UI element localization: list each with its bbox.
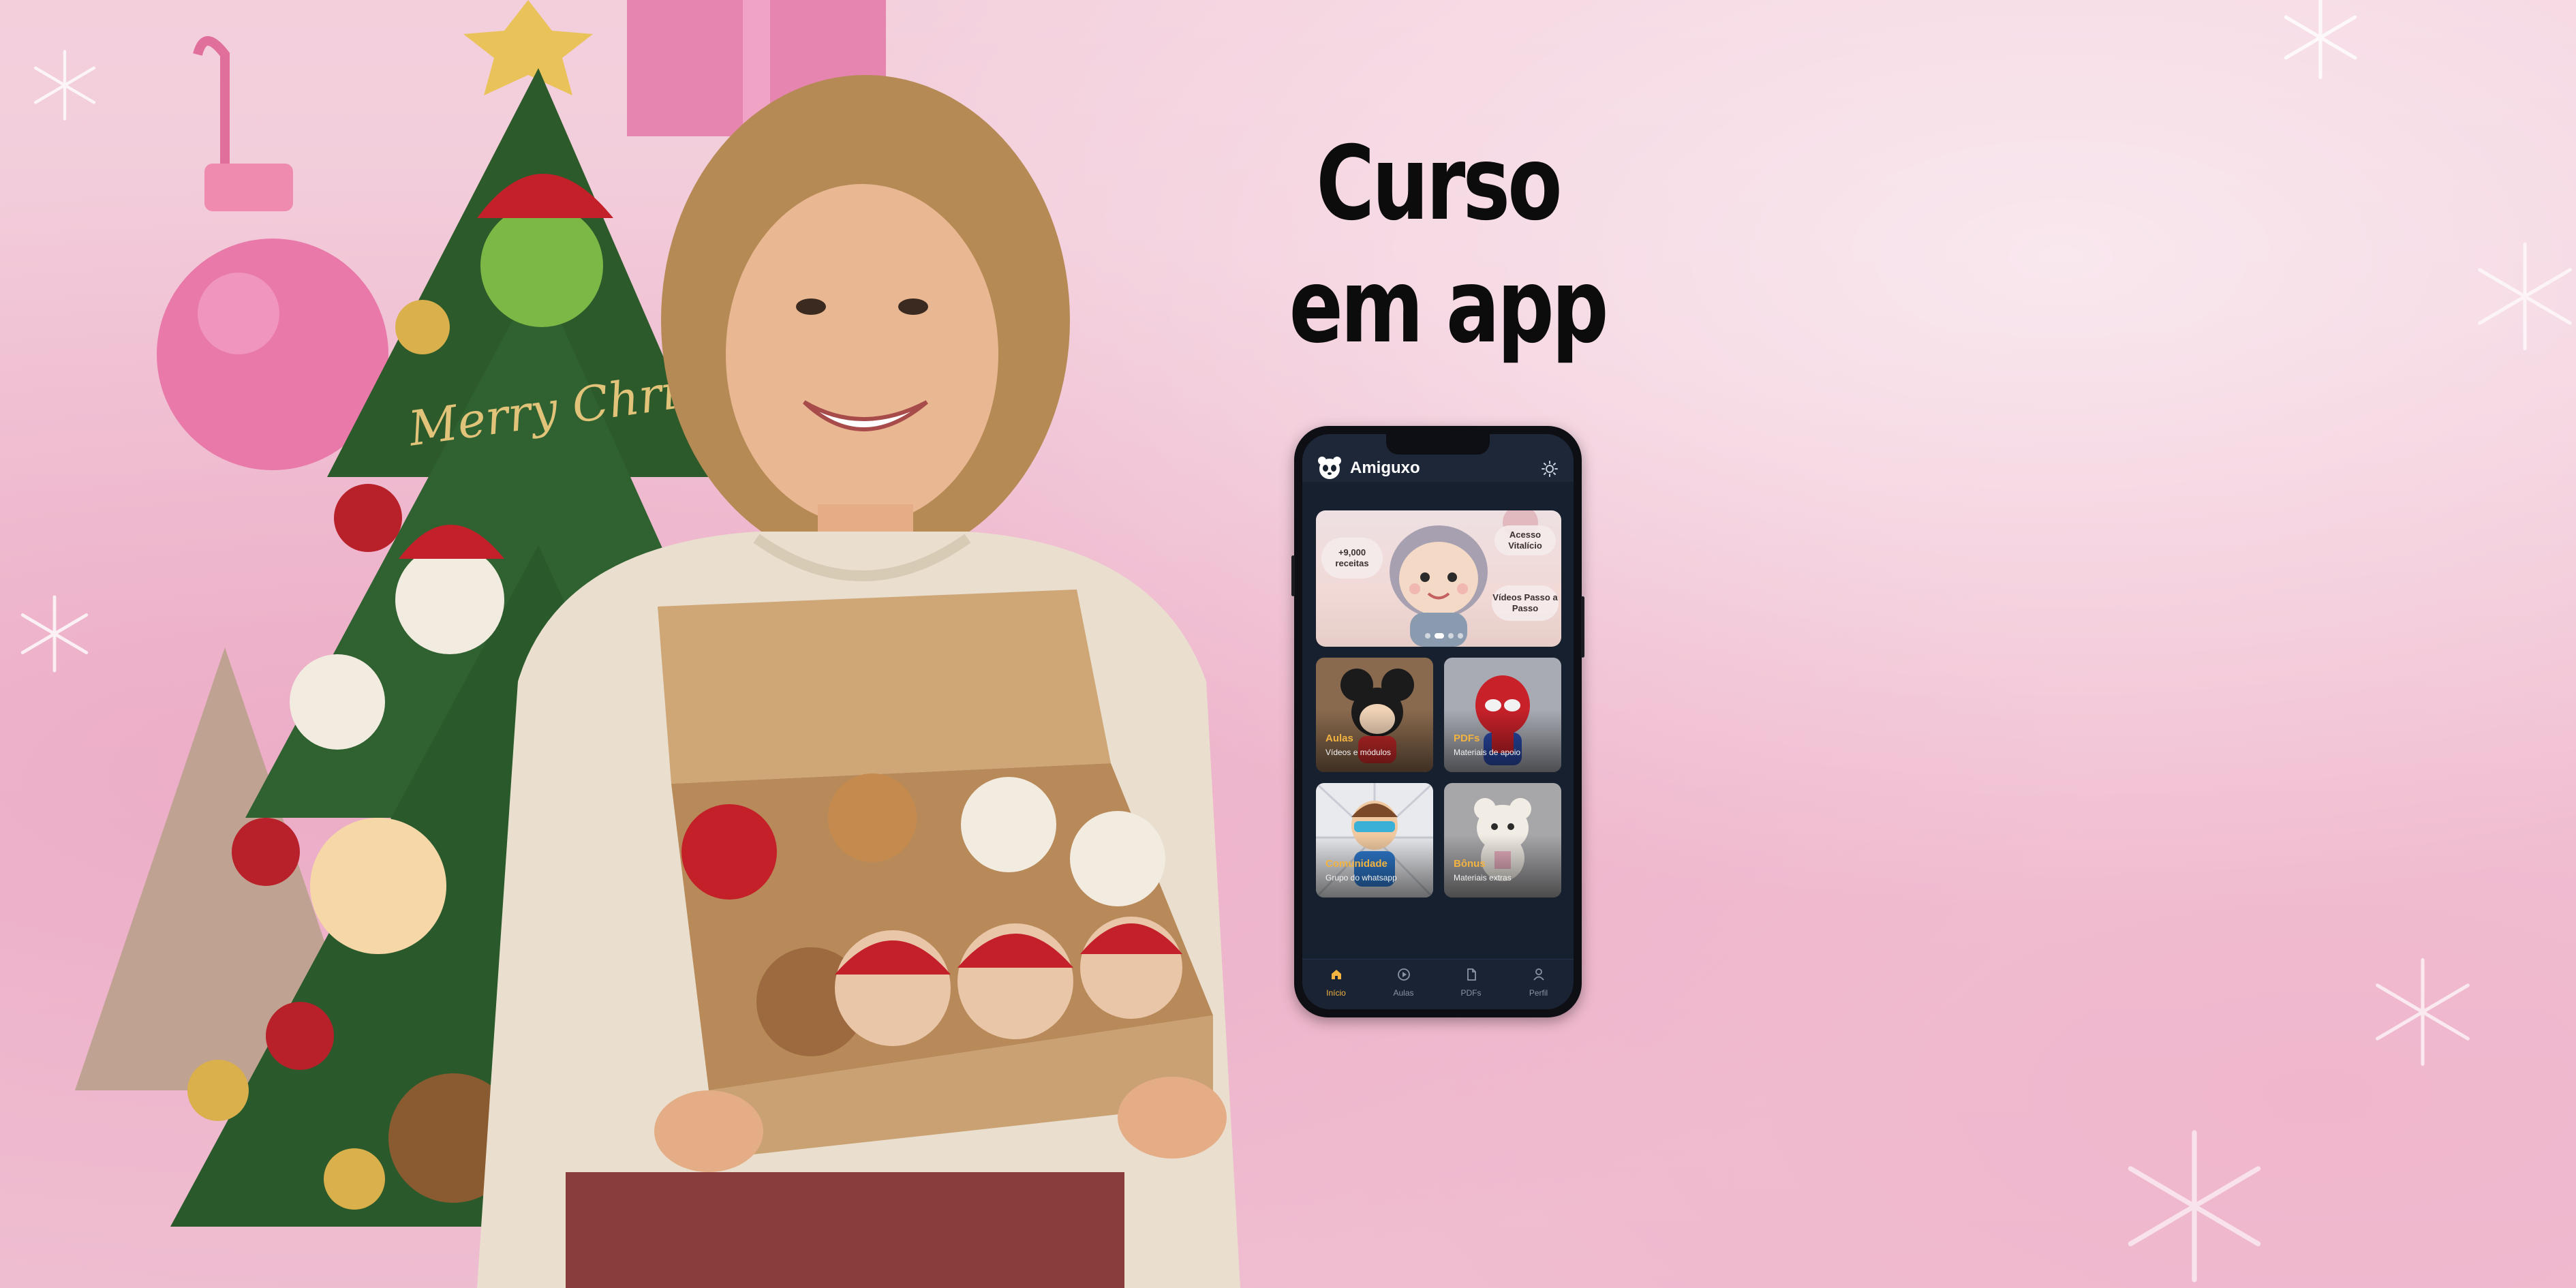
nav-item-perfil[interactable]: Perfil xyxy=(1505,960,1572,1009)
volume-button xyxy=(1291,555,1295,596)
app-screen: Amiguxo +9,000 receitas Acesso Vitalício… xyxy=(1302,434,1574,1009)
carousel-dots xyxy=(1425,633,1463,639)
phone-notch xyxy=(1386,434,1490,455)
headline-line-1: Curso xyxy=(1316,125,1562,243)
nav-label: PDFs xyxy=(1460,988,1482,998)
carousel-dot[interactable] xyxy=(1458,633,1463,639)
card-bonus[interactable]: Bônus Materiais extras xyxy=(1444,783,1561,898)
hero-banner-carousel[interactable]: +9,000 receitas Acesso Vitalício Vídeos … xyxy=(1316,510,1561,647)
nav-label: Aulas xyxy=(1393,988,1414,998)
carousel-dot-active[interactable] xyxy=(1435,633,1444,639)
banner-bubble-recipes: +9,000 receitas xyxy=(1321,538,1383,579)
banner-bubble-videos: Vídeos Passo a Passo xyxy=(1492,585,1559,621)
phone-mockup: Amiguxo +9,000 receitas Acesso Vitalício… xyxy=(1291,426,1584,1017)
bottom-navigation: Início Aulas PDFs Perfil xyxy=(1302,959,1574,1009)
nav-item-aulas[interactable]: Aulas xyxy=(1370,960,1437,1009)
woman-with-amigurumi-box-photo: Merry Christmas xyxy=(75,0,1240,1288)
card-subtitle: Vídeos e módulos xyxy=(1325,748,1392,757)
nav-item-inicio[interactable]: Início xyxy=(1302,960,1370,1009)
nav-label: Início xyxy=(1326,988,1346,998)
power-button xyxy=(1581,596,1584,658)
app-title: Amiguxo xyxy=(1350,459,1420,477)
card-title: Comunidade xyxy=(1325,858,1387,870)
background-scene: Merry Christmas Curso em app Amiguxo +9,… xyxy=(0,0,2576,1288)
card-title: Bônus xyxy=(1454,858,1486,870)
card-aulas[interactable]: Aulas Vídeos e módulos xyxy=(1316,658,1433,772)
card-title: PDFs xyxy=(1454,733,1480,744)
headline: Curso em app xyxy=(1289,123,1609,368)
snowflake-decoration xyxy=(2376,957,2470,1067)
carousel-dot[interactable] xyxy=(1448,633,1454,639)
banner-bubble-lifetime-access: Acesso Vitalício xyxy=(1494,525,1556,555)
headline-line-2: em app xyxy=(1289,247,1609,366)
file-icon xyxy=(1467,968,1476,981)
play-circle-icon xyxy=(1398,968,1410,981)
card-title: Aulas xyxy=(1325,733,1353,744)
carousel-dot[interactable] xyxy=(1425,633,1430,639)
card-subtitle: Grupo do whatsapp xyxy=(1325,873,1397,883)
snowflake-decoration xyxy=(2128,1130,2261,1283)
card-comunidade[interactable]: Comunidade Grupo do whatsapp xyxy=(1316,783,1433,898)
panda-icon xyxy=(1318,457,1341,479)
snowflake-decoration xyxy=(2284,0,2357,80)
card-subtitle: Materiais extras xyxy=(1454,873,1512,883)
home-icon xyxy=(1332,970,1341,979)
nav-item-pdfs[interactable]: PDFs xyxy=(1437,960,1505,1009)
sun-icon[interactable] xyxy=(1541,460,1559,478)
card-pdfs[interactable]: PDFs Materiais de apoio xyxy=(1444,658,1561,772)
snowflake-decoration xyxy=(2478,242,2572,351)
card-subtitle: Materiais de apoio xyxy=(1454,748,1521,757)
nav-label: Perfil xyxy=(1529,988,1548,998)
user-icon xyxy=(1533,968,1544,981)
